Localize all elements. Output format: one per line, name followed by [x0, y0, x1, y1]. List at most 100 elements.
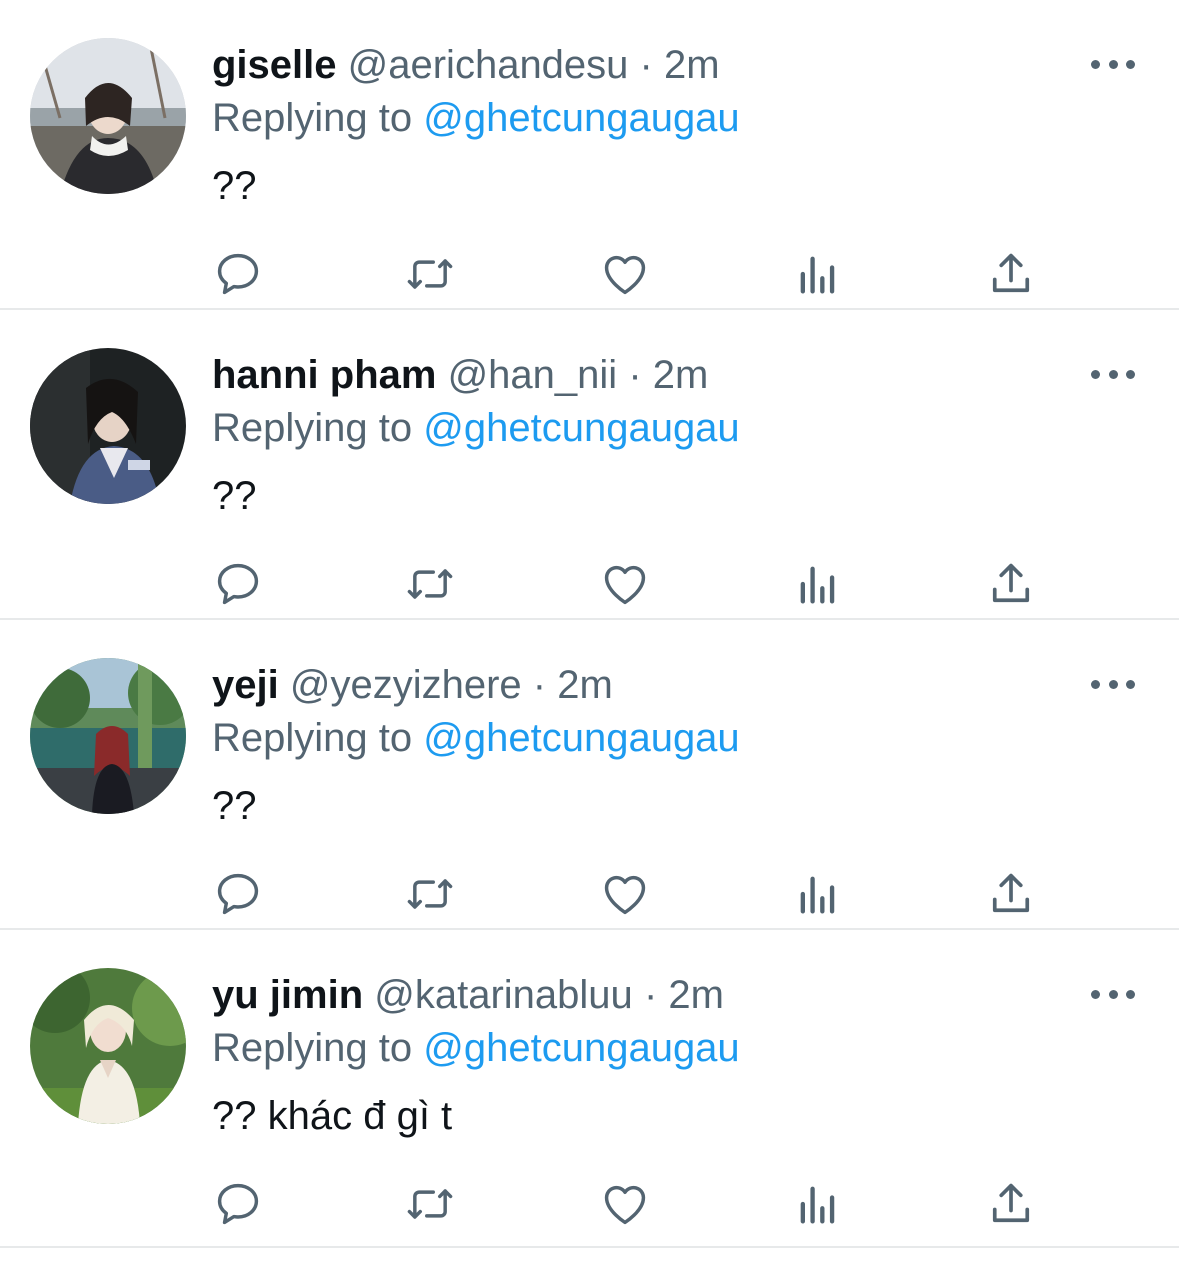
tweet-content: giselle @aerichandesu · 2m Replying to @… — [212, 38, 1149, 214]
timestamp[interactable]: 2m — [668, 973, 724, 1017]
more-dots-icon — [1091, 369, 1100, 379]
separator-dot: · — [639, 43, 653, 87]
share-upload-icon — [992, 1183, 1030, 1223]
display-name[interactable]: yeji — [212, 663, 279, 707]
more-options-button[interactable] — [1091, 670, 1135, 698]
heart-icon — [604, 255, 646, 295]
avatar-image — [30, 658, 186, 814]
more-options-button[interactable] — [1091, 360, 1135, 388]
retweet-button[interactable] — [402, 556, 458, 612]
user-handle[interactable]: @han_nii — [448, 353, 618, 397]
share-button[interactable] — [983, 1176, 1039, 1232]
tweet-header: yu jimin @katarinabluu · 2m — [212, 968, 1149, 1022]
like-button[interactable] — [597, 866, 653, 922]
separator-dot: · — [628, 353, 642, 397]
reply-button[interactable] — [210, 556, 266, 612]
mention-link[interactable]: @ghetcungaugau — [423, 406, 739, 450]
views-button[interactable] — [790, 246, 846, 302]
more-dots-icon — [1108, 989, 1118, 999]
more-options-button[interactable] — [1091, 50, 1135, 78]
retweet-button[interactable] — [402, 246, 458, 302]
views-button[interactable] — [790, 1176, 846, 1232]
action-bar — [212, 866, 1052, 922]
like-button[interactable] — [597, 1176, 653, 1232]
separator-dot: · — [643, 973, 658, 1017]
mention-link[interactable]: @ghetcungaugau — [423, 716, 739, 760]
speech-bubble-icon — [217, 563, 259, 605]
reply-button[interactable] — [210, 246, 266, 302]
action-bar — [212, 556, 1052, 612]
share-button[interactable] — [983, 866, 1039, 922]
views-button[interactable] — [790, 556, 846, 612]
bar-chart-icon — [800, 876, 835, 914]
avatar[interactable] — [30, 38, 186, 194]
retweet-arrows-icon — [407, 569, 453, 599]
avatar-image — [30, 968, 186, 1124]
replying-to: Replying to @ghetcungaugau — [212, 712, 1149, 764]
retweet-button[interactable] — [402, 866, 458, 922]
tweet-header: yeji @yezyizhere · 2m — [212, 658, 1149, 712]
tweet[interactable]: yeji @yezyizhere · 2m Replying to @ghetc… — [0, 620, 1179, 930]
views-button[interactable] — [790, 866, 846, 922]
display-name[interactable]: giselle — [212, 43, 337, 87]
more-dots-icon — [1126, 679, 1135, 689]
tweet-content: yu jimin @katarinabluu · 2m Replying to … — [212, 968, 1149, 1144]
more-dots-icon — [1108, 679, 1118, 689]
replying-to: Replying to @ghetcungaugau — [212, 92, 1149, 144]
reply-button[interactable] — [210, 866, 266, 922]
tweet-header: giselle @aerichandesu · 2m — [212, 38, 1149, 92]
tweet[interactable]: giselle @aerichandesu · 2m Replying to @… — [0, 0, 1179, 310]
more-dots-icon — [1108, 59, 1118, 69]
more-dots-icon — [1091, 679, 1100, 689]
heart-icon — [604, 1185, 646, 1225]
replying-prefix: Replying to — [212, 716, 413, 760]
more-dots-icon — [1126, 59, 1135, 69]
speech-bubble-icon — [217, 253, 259, 295]
speech-bubble-icon — [217, 1183, 259, 1225]
bar-chart-icon — [800, 256, 835, 294]
tweet[interactable]: yu jimin @katarinabluu · 2m Replying to … — [0, 930, 1179, 1248]
tweet-content: hanni pham @han_nii · 2m Replying to @gh… — [212, 348, 1149, 524]
avatar[interactable] — [30, 968, 186, 1124]
timestamp[interactable]: 2m — [653, 353, 709, 397]
display-name[interactable]: hanni pham — [212, 353, 436, 397]
tweet-text: ?? — [212, 474, 257, 518]
user-handle[interactable]: @yezyizhere — [290, 663, 522, 707]
display-name[interactable]: yu jimin — [212, 973, 363, 1017]
avatar-image — [30, 38, 186, 194]
more-options-button[interactable] — [1091, 980, 1135, 1008]
replying-prefix: Replying to — [212, 406, 413, 450]
share-upload-icon — [992, 873, 1030, 913]
share-button[interactable] — [983, 246, 1039, 302]
action-bar — [212, 1176, 1052, 1232]
share-button[interactable] — [983, 556, 1039, 612]
bar-chart-icon — [800, 566, 835, 604]
separator-dot: · — [532, 663, 547, 707]
more-dots-icon — [1126, 989, 1135, 999]
tweet-content: yeji @yezyizhere · 2m Replying to @ghetc… — [212, 658, 1149, 834]
avatar[interactable] — [30, 348, 186, 504]
avatar[interactable] — [30, 658, 186, 814]
user-handle[interactable]: @aerichandesu — [348, 43, 629, 87]
replying-prefix: Replying to — [212, 1026, 413, 1070]
action-bar — [212, 246, 1052, 302]
mention-link[interactable]: @ghetcungaugau — [423, 1026, 739, 1070]
timestamp[interactable]: 2m — [557, 663, 613, 707]
more-dots-icon — [1091, 989, 1100, 999]
user-handle[interactable]: @katarinabluu — [374, 973, 633, 1017]
replying-prefix: Replying to — [212, 96, 413, 140]
like-button[interactable] — [597, 246, 653, 302]
replying-to: Replying to @ghetcungaugau — [212, 402, 1149, 454]
share-upload-icon — [992, 563, 1030, 603]
more-dots-icon — [1126, 369, 1135, 379]
retweet-arrows-icon — [407, 1189, 453, 1219]
mention-link[interactable]: @ghetcungaugau — [423, 96, 739, 140]
bar-chart-icon — [800, 1186, 835, 1224]
tweet[interactable]: hanni pham @han_nii · 2m Replying to @gh… — [0, 310, 1179, 620]
like-button[interactable] — [597, 556, 653, 612]
more-dots-icon — [1091, 59, 1100, 69]
timestamp[interactable]: 2m — [664, 43, 720, 87]
reply-button[interactable] — [210, 1176, 266, 1232]
reply-feed: giselle @aerichandesu · 2m Replying to @… — [0, 0, 1179, 1248]
retweet-button[interactable] — [402, 1176, 458, 1232]
